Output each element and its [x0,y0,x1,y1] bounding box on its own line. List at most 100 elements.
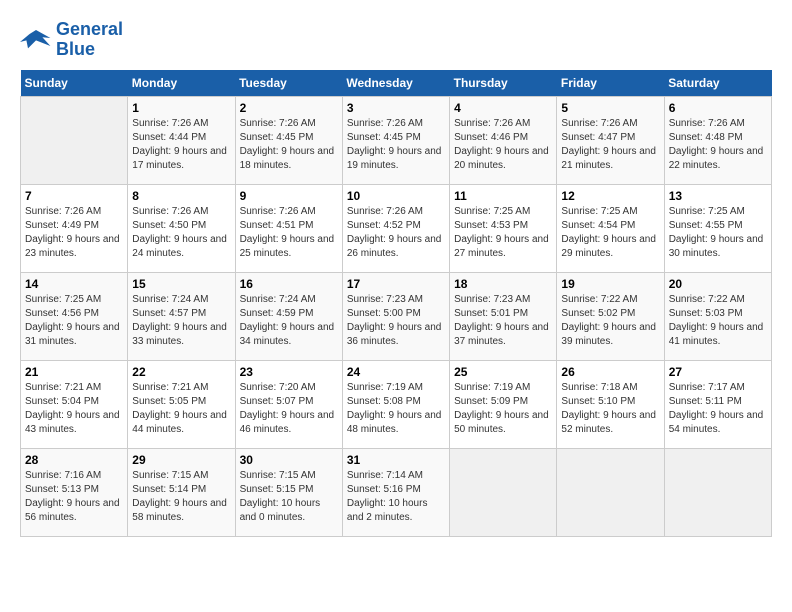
day-info: Sunrise: 7:24 AM Sunset: 4:59 PM Dayligh… [240,293,338,349]
calendar-cell: 6 Sunrise: 7:26 AM Sunset: 4:48 PM Daylig… [664,96,771,184]
day-info: Sunrise: 7:23 AM Sunset: 5:01 PM Dayligh… [454,293,552,349]
day-of-week-sunday: Sunday [21,70,128,97]
calendar-cell: 13 Sunrise: 7:25 AM Sunset: 4:55 PM Dayli… [664,184,771,272]
calendar-header: SundayMondayTuesdayWednesdayThursdayFrid… [21,70,772,97]
calendar-cell [21,96,128,184]
calendar-cell: 18 Sunrise: 7:23 AM Sunset: 5:01 PM Dayli… [450,272,557,360]
day-number: 22 [132,365,230,379]
calendar-cell: 17Sunrise: 7:23 AM Sunset: 5:00 PM Dayli… [342,272,449,360]
day-number: 1 [132,101,230,115]
day-number: 20 [669,277,767,291]
calendar-cell: 27Sunrise: 7:17 AM Sunset: 5:11 PM Dayli… [664,360,771,448]
calendar-cell: 23 Sunrise: 7:20 AM Sunset: 5:07 PM Dayli… [235,360,342,448]
day-number: 4 [454,101,552,115]
day-number: 15 [132,277,230,291]
calendar-cell: 10Sunrise: 7:26 AM Sunset: 4:52 PM Dayli… [342,184,449,272]
calendar-cell: 9 Sunrise: 7:26 AM Sunset: 4:51 PM Daylig… [235,184,342,272]
day-number: 18 [454,277,552,291]
day-number: 6 [669,101,767,115]
day-number: 29 [132,453,230,467]
page-header: General Blue [20,20,772,60]
day-info: Sunrise: 7:26 AM Sunset: 4:51 PM Dayligh… [240,205,338,261]
day-info: Sunrise: 7:20 AM Sunset: 5:07 PM Dayligh… [240,381,338,437]
calendar-table: SundayMondayTuesdayWednesdayThursdayFrid… [20,70,772,537]
calendar-cell: 5 Sunrise: 7:26 AM Sunset: 4:47 PM Daylig… [557,96,664,184]
calendar-cell: 30 Sunrise: 7:15 AM Sunset: 5:15 PM Dayli… [235,448,342,536]
day-info: Sunrise: 7:26 AM Sunset: 4:48 PM Dayligh… [669,117,767,173]
calendar-cell: 22 Sunrise: 7:21 AM Sunset: 5:05 PM Dayli… [128,360,235,448]
calendar-cell: 16 Sunrise: 7:24 AM Sunset: 4:59 PM Dayli… [235,272,342,360]
day-info: Sunrise: 7:18 AM Sunset: 5:10 PM Dayligh… [561,381,659,437]
day-number: 13 [669,189,767,203]
day-number: 8 [132,189,230,203]
day-number: 5 [561,101,659,115]
calendar-cell [557,448,664,536]
day-number: 16 [240,277,338,291]
day-info: Sunrise: 7:26 AM Sunset: 4:44 PM Dayligh… [132,117,230,173]
week-row-3: 14 Sunrise: 7:25 AM Sunset: 4:56 PM Dayli… [21,272,772,360]
week-row-1: 1 Sunrise: 7:26 AM Sunset: 4:44 PM Daylig… [21,96,772,184]
day-info: Sunrise: 7:14 AM Sunset: 5:16 PM Dayligh… [347,469,445,525]
day-info: Sunrise: 7:21 AM Sunset: 5:04 PM Dayligh… [25,381,123,437]
calendar-cell: 21Sunrise: 7:21 AM Sunset: 5:04 PM Dayli… [21,360,128,448]
calendar-cell: 2 Sunrise: 7:26 AM Sunset: 4:45 PM Daylig… [235,96,342,184]
day-info: Sunrise: 7:21 AM Sunset: 5:05 PM Dayligh… [132,381,230,437]
day-number: 7 [25,189,123,203]
calendar-cell: 28 Sunrise: 7:16 AM Sunset: 5:13 PM Dayli… [21,448,128,536]
day-of-week-thursday: Thursday [450,70,557,97]
day-number: 25 [454,365,552,379]
day-number: 11 [454,189,552,203]
day-info: Sunrise: 7:26 AM Sunset: 4:52 PM Dayligh… [347,205,445,261]
calendar-cell: 25 Sunrise: 7:19 AM Sunset: 5:09 PM Dayli… [450,360,557,448]
calendar-cell: 11 Sunrise: 7:25 AM Sunset: 4:53 PM Dayli… [450,184,557,272]
calendar-body: 1 Sunrise: 7:26 AM Sunset: 4:44 PM Daylig… [21,96,772,536]
day-info: Sunrise: 7:25 AM Sunset: 4:55 PM Dayligh… [669,205,767,261]
day-info: Sunrise: 7:19 AM Sunset: 5:09 PM Dayligh… [454,381,552,437]
day-of-week-tuesday: Tuesday [235,70,342,97]
day-info: Sunrise: 7:25 AM Sunset: 4:53 PM Dayligh… [454,205,552,261]
logo-text: General Blue [56,20,123,60]
day-number: 28 [25,453,123,467]
day-info: Sunrise: 7:26 AM Sunset: 4:49 PM Dayligh… [25,205,123,261]
day-number: 12 [561,189,659,203]
logo: General Blue [20,20,123,60]
day-number: 14 [25,277,123,291]
day-info: Sunrise: 7:26 AM Sunset: 4:46 PM Dayligh… [454,117,552,173]
calendar-cell: 14 Sunrise: 7:25 AM Sunset: 4:56 PM Dayli… [21,272,128,360]
week-row-2: 7 Sunrise: 7:26 AM Sunset: 4:49 PM Daylig… [21,184,772,272]
calendar-cell: 4 Sunrise: 7:26 AM Sunset: 4:46 PM Daylig… [450,96,557,184]
day-info: Sunrise: 7:15 AM Sunset: 5:14 PM Dayligh… [132,469,230,525]
calendar-cell: 1 Sunrise: 7:26 AM Sunset: 4:44 PM Daylig… [128,96,235,184]
calendar-cell: 8 Sunrise: 7:26 AM Sunset: 4:50 PM Daylig… [128,184,235,272]
day-info: Sunrise: 7:25 AM Sunset: 4:56 PM Dayligh… [25,293,123,349]
calendar-cell: 19Sunrise: 7:22 AM Sunset: 5:02 PM Dayli… [557,272,664,360]
day-of-week-saturday: Saturday [664,70,771,97]
day-info: Sunrise: 7:19 AM Sunset: 5:08 PM Dayligh… [347,381,445,437]
day-number: 24 [347,365,445,379]
days-of-week-row: SundayMondayTuesdayWednesdayThursdayFrid… [21,70,772,97]
day-number: 31 [347,453,445,467]
day-info: Sunrise: 7:22 AM Sunset: 5:02 PM Dayligh… [561,293,659,349]
day-info: Sunrise: 7:22 AM Sunset: 5:03 PM Dayligh… [669,293,767,349]
day-info: Sunrise: 7:26 AM Sunset: 4:45 PM Dayligh… [240,117,338,173]
logo-icon [20,26,52,54]
day-number: 30 [240,453,338,467]
day-info: Sunrise: 7:15 AM Sunset: 5:15 PM Dayligh… [240,469,338,525]
day-of-week-wednesday: Wednesday [342,70,449,97]
day-number: 2 [240,101,338,115]
day-number: 9 [240,189,338,203]
day-info: Sunrise: 7:26 AM Sunset: 4:45 PM Dayligh… [347,117,445,173]
day-number: 3 [347,101,445,115]
calendar-cell: 12 Sunrise: 7:25 AM Sunset: 4:54 PM Dayli… [557,184,664,272]
calendar-cell [450,448,557,536]
day-info: Sunrise: 7:25 AM Sunset: 4:54 PM Dayligh… [561,205,659,261]
calendar-cell: 3 Sunrise: 7:26 AM Sunset: 4:45 PM Daylig… [342,96,449,184]
day-number: 23 [240,365,338,379]
day-info: Sunrise: 7:16 AM Sunset: 5:13 PM Dayligh… [25,469,123,525]
day-info: Sunrise: 7:24 AM Sunset: 4:57 PM Dayligh… [132,293,230,349]
calendar-cell: 7 Sunrise: 7:26 AM Sunset: 4:49 PM Daylig… [21,184,128,272]
day-info: Sunrise: 7:26 AM Sunset: 4:50 PM Dayligh… [132,205,230,261]
calendar-cell: 24 Sunrise: 7:19 AM Sunset: 5:08 PM Dayli… [342,360,449,448]
day-info: Sunrise: 7:26 AM Sunset: 4:47 PM Dayligh… [561,117,659,173]
day-of-week-friday: Friday [557,70,664,97]
